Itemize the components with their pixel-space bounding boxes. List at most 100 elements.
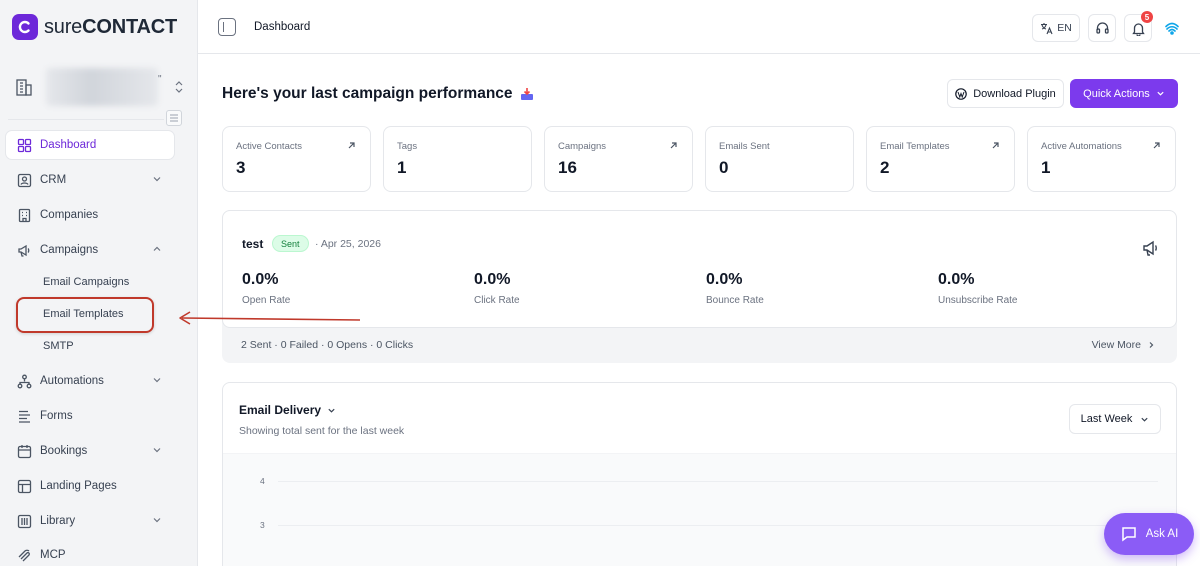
y-tick-label: 4 xyxy=(260,476,265,486)
metric-open-rate: 0.0% Open Rate xyxy=(242,271,291,306)
crm-icon xyxy=(16,172,32,188)
forms-icon xyxy=(16,408,32,424)
email-delivery-panel: Email Delivery Showing total sent for th… xyxy=(222,382,1177,566)
mcp-icon xyxy=(16,547,32,563)
stat-card-campaigns[interactable]: Campaigns 16 xyxy=(544,126,693,192)
sidebar-item-label: Automations xyxy=(40,375,104,387)
megaphone-icon xyxy=(1143,240,1157,256)
stat-value: 1 xyxy=(397,158,407,177)
calendar-icon xyxy=(16,443,32,459)
chevron-down-icon xyxy=(153,177,161,182)
app-logo[interactable]: sureCONTACT xyxy=(12,14,177,40)
notification-count-badge: 5 xyxy=(1141,11,1153,23)
chevron-down-icon xyxy=(153,518,161,523)
breadcrumb: Dashboard xyxy=(254,21,311,33)
sidebar-item-label: Bookings xyxy=(40,445,88,457)
library-icon xyxy=(16,513,32,529)
arrow-up-right-icon xyxy=(670,142,677,149)
status-badge: Sent xyxy=(272,235,309,252)
top-bar: Dashboard EN 5 xyxy=(198,0,1200,54)
sidebar-toggle-button[interactable] xyxy=(218,18,236,36)
grid-line xyxy=(278,481,1158,482)
sidebar-item-label: Companies xyxy=(40,209,99,221)
view-more-link[interactable]: View More xyxy=(1092,339,1155,351)
quick-actions-button[interactable]: Quick Actions xyxy=(1070,79,1178,108)
stat-label: Emails Sent xyxy=(719,141,770,152)
download-plugin-button[interactable]: Download Plugin xyxy=(947,79,1064,108)
main-content: Dashboard EN 5 Here's your last campaign… xyxy=(197,0,1200,566)
ask-ai-button[interactable]: Ask AI xyxy=(1104,513,1194,555)
sidebar-divider xyxy=(8,119,164,120)
stat-value: 16 xyxy=(558,158,577,177)
sidebar-item-mcp[interactable]: MCP xyxy=(6,541,174,566)
metric-click-rate: 0.0% Click Rate xyxy=(474,271,520,306)
language-button[interactable]: EN xyxy=(1032,14,1080,42)
chevron-down-icon xyxy=(1157,91,1164,96)
sidebar-subitem-smtp[interactable]: SMTP xyxy=(18,331,152,361)
sidebar-item-library[interactable]: Library xyxy=(6,507,174,535)
chevron-up-down-icon xyxy=(175,81,183,93)
stat-value: 2 xyxy=(880,158,890,177)
sidebar-item-crm[interactable]: CRM xyxy=(6,166,174,194)
chevron-up-icon xyxy=(153,246,161,251)
stat-value: 1 xyxy=(1041,158,1051,177)
surecontact-logo-icon xyxy=(12,14,38,40)
campaign-card[interactable]: test Sent · Apr 25, 2026 0.0% Open Rate … xyxy=(222,210,1177,328)
grid-line xyxy=(278,525,1158,526)
stat-card-emails-sent[interactable]: Emails Sent 0 xyxy=(705,126,854,192)
sidebar-item-companies[interactable]: Companies xyxy=(6,201,174,229)
email-delivery-dropdown[interactable]: Email Delivery xyxy=(239,403,336,417)
megaphone-icon xyxy=(16,242,32,258)
sidebar-item-bookings[interactable]: Bookings xyxy=(6,437,174,465)
sidebar-item-label: MCP xyxy=(40,549,66,561)
arrow-up-right-icon xyxy=(992,142,999,149)
stat-label: Active Contacts xyxy=(236,141,302,152)
annotation-arrow xyxy=(179,311,361,325)
date-range-select[interactable]: Last Week xyxy=(1069,404,1161,434)
bell-icon xyxy=(1131,22,1145,36)
sidebar-item-automations[interactable]: Automations xyxy=(6,367,174,395)
chevron-down-icon xyxy=(153,448,161,453)
sidebar-item-dashboard[interactable]: Dashboard xyxy=(6,131,174,159)
sidebar: sureCONTACT " Dashboard CRM Companies Ca… xyxy=(0,0,190,566)
connection-status-icon[interactable] xyxy=(1164,20,1180,36)
stat-card-active-automations[interactable]: Active Automations 1 xyxy=(1027,126,1176,192)
automation-icon xyxy=(16,373,32,389)
page-title: Here's your last campaign performance xyxy=(222,85,535,103)
chevron-right-icon xyxy=(1149,342,1154,348)
sidebar-item-landing-pages[interactable]: Landing Pages xyxy=(6,472,174,500)
arrow-up-right-icon xyxy=(1153,142,1160,149)
stat-value: 0 xyxy=(719,158,729,177)
stat-label: Active Automations xyxy=(1041,141,1122,152)
building-icon xyxy=(12,75,36,99)
stat-card-active-contacts[interactable]: Active Contacts 3 xyxy=(222,126,371,192)
translate-icon xyxy=(1041,22,1053,34)
sidebar-item-campaigns[interactable]: Campaigns xyxy=(6,236,174,264)
chevron-down-icon xyxy=(153,378,161,383)
sidebar-item-label: Forms xyxy=(40,410,73,422)
arrow-up-right-icon xyxy=(348,142,355,149)
wordpress-icon xyxy=(955,87,968,100)
campaign-summary: 2 Sent · 0 Failed · 0 Opens · 0 Clicks xyxy=(241,339,414,351)
headset-icon xyxy=(1095,21,1109,34)
stat-card-email-templates[interactable]: Email Templates 2 xyxy=(866,126,1015,192)
metric-bounce-rate: 0.0% Bounce Rate xyxy=(706,271,764,306)
organization-switcher[interactable]: " xyxy=(12,66,183,108)
logo-text: sureCONTACT xyxy=(44,15,177,38)
sidebar-item-label: CRM xyxy=(40,174,67,186)
collapse-sidebar-button[interactable] xyxy=(166,110,182,126)
stat-card-tags[interactable]: Tags 1 xyxy=(383,126,532,192)
sidebar-subitem-email-campaigns[interactable]: Email Campaigns xyxy=(18,267,152,297)
stat-value: 3 xyxy=(236,158,246,177)
last-campaign-panel: test Sent · Apr 25, 2026 0.0% Open Rate … xyxy=(222,210,1177,363)
support-button[interactable] xyxy=(1088,14,1116,42)
annotation-highlight-box xyxy=(16,297,154,333)
sidebar-item-forms[interactable]: Forms xyxy=(6,402,174,430)
notifications-button[interactable]: 5 xyxy=(1124,11,1153,42)
sidebar-item-label: Library xyxy=(40,515,76,527)
chevron-down-icon xyxy=(328,408,335,413)
metric-unsubscribe-rate: 0.0% Unsubscribe Rate xyxy=(938,271,1018,306)
campaign-date: · Apr 25, 2026 xyxy=(315,238,381,250)
email-delivery-subtitle: Showing total sent for the last week xyxy=(239,425,405,437)
campaign-name: test xyxy=(242,237,264,251)
